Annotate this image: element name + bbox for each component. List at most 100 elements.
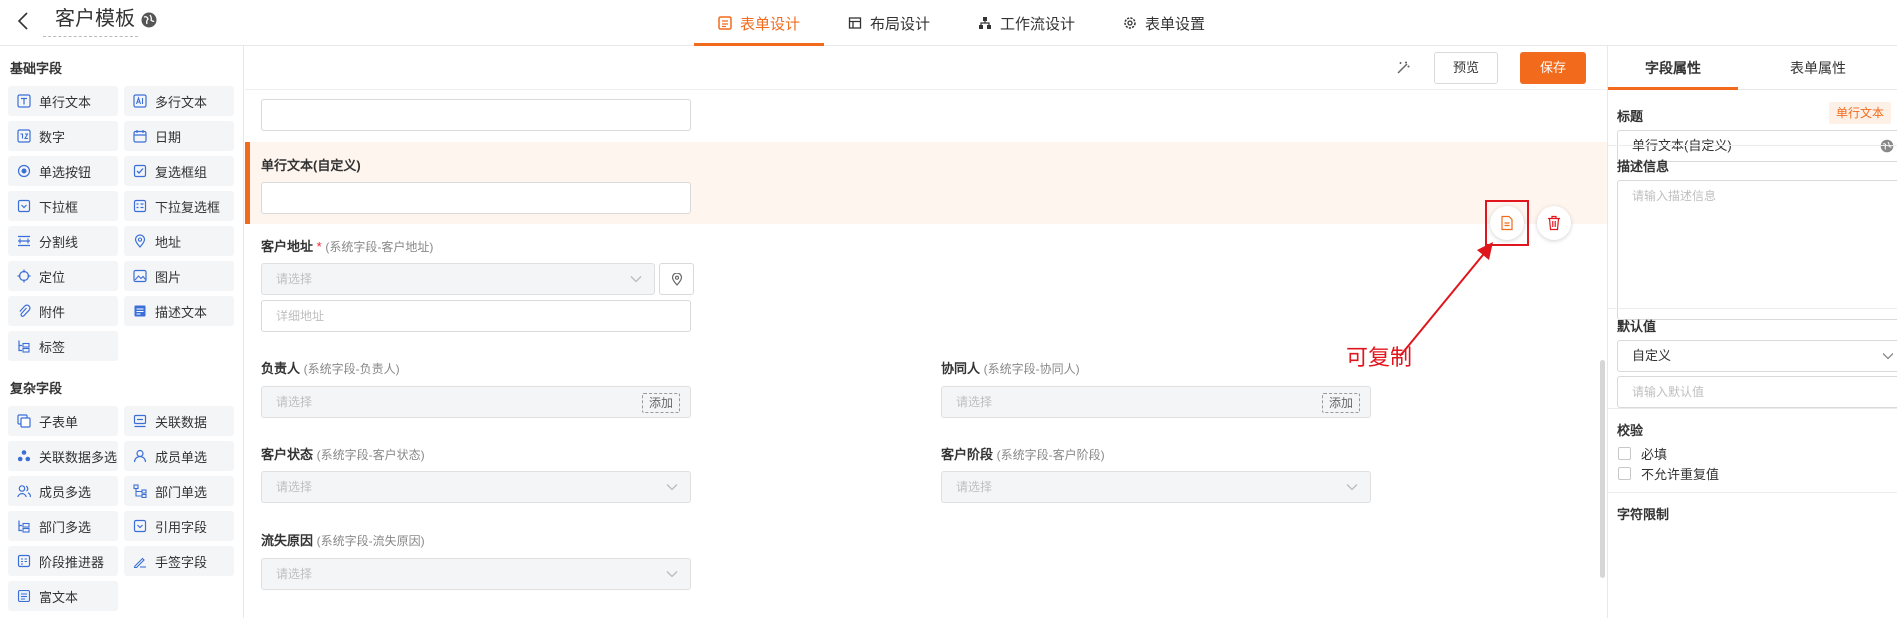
palette-item[interactable]: 描述文本 (124, 296, 234, 326)
palette-item-label: 单行文本 (39, 94, 92, 110)
palette-item[interactable]: 阶段推进器 (8, 546, 118, 576)
previous-field-input[interactable] (261, 99, 691, 131)
palette-item-label: 多行文本 (155, 94, 208, 110)
magic-wand-icon[interactable] (1395, 60, 1411, 76)
address-region-select[interactable]: 请选择 (261, 263, 655, 295)
palette-item[interactable]: 手签字段 (124, 546, 234, 576)
palette-item[interactable]: 图片 (124, 261, 234, 291)
tab-layout-design[interactable]: 布局设计 (824, 0, 954, 46)
required-checkbox-row[interactable]: 必填 (1618, 444, 1667, 463)
palette-item[interactable]: 关联数据多选 (8, 441, 118, 471)
no-duplicate-checkbox-label: 不允许重复值 (1641, 467, 1720, 482)
divider (1608, 408, 1897, 409)
collaborator-add-button[interactable]: 添加 (1321, 393, 1360, 413)
no-duplicate-checkbox[interactable] (1618, 467, 1631, 480)
palette-item[interactable]: 日期 (124, 121, 234, 151)
canvas-scrollbar[interactable] (1600, 360, 1605, 578)
palette-item-label: 描述文本 (155, 304, 208, 320)
basic-fields-heading: 基础字段 (10, 61, 63, 76)
selected-field-block[interactable]: 单行文本(自定义) (245, 142, 1607, 224)
palette-item[interactable]: 多行文本 (124, 86, 234, 116)
default-mode-select[interactable]: 自定义 (1617, 340, 1897, 372)
palette-item[interactable]: 数字 (8, 121, 118, 151)
palette-item[interactable]: 定位 (8, 261, 118, 291)
palette-item[interactable]: 单选按钮 (8, 156, 118, 186)
palette-item-label: 引用字段 (155, 519, 208, 535)
globe-icon[interactable] (1880, 139, 1894, 153)
linked-multi-icon (17, 449, 31, 463)
palette-item-label: 关联数据 (155, 414, 208, 430)
save-button[interactable]: 保存 (1520, 52, 1586, 84)
palette-item-label: 成员多选 (39, 484, 92, 500)
delete-field-button[interactable] (1537, 206, 1571, 240)
palette-item[interactable]: 部门多选 (8, 511, 118, 541)
complex-fields-heading: 复杂字段 (10, 381, 63, 396)
palette-item[interactable]: 下拉框 (8, 191, 118, 221)
address-detail-input[interactable]: 详细地址 (261, 300, 691, 332)
palette-item-label: 标签 (39, 339, 66, 355)
collaborator-label-text: 协同人 (941, 361, 981, 376)
tab-label: 布局设计 (870, 15, 931, 33)
default-mode-value: 自定义 (1632, 348, 1672, 363)
selected-field-input[interactable] (261, 182, 691, 214)
trash-icon (1547, 215, 1561, 231)
locate-button[interactable] (659, 263, 694, 295)
palette-item[interactable]: 引用字段 (124, 511, 234, 541)
owner-field-label: 负责人 (系统字段-负责人) (261, 358, 400, 377)
divider (1608, 492, 1897, 493)
preview-button[interactable]: 预览 (1434, 52, 1498, 84)
system-note: (系统字段-客户状态) (316, 448, 425, 462)
palette-item[interactable]: 分割线 (8, 226, 118, 256)
palette-item[interactable]: 部门单选 (124, 476, 234, 506)
user-icon (133, 449, 147, 463)
status-select[interactable]: 请选择 (261, 471, 691, 503)
top-bar: 客户模板 表单设计 布局设计 工作流设计 表单设置 (0, 0, 1897, 46)
text-icon (17, 94, 31, 108)
copy-annotation-text: 可复制 (1346, 345, 1413, 370)
tag-tree-icon (17, 339, 31, 353)
tab-form-settings[interactable]: 表单设置 (1099, 0, 1229, 46)
tab-form-properties[interactable]: 表单属性 (1738, 46, 1897, 90)
back-arrow-icon[interactable] (16, 10, 36, 32)
palette-item[interactable]: 成员单选 (124, 441, 234, 471)
properties-panel: 字段属性 表单属性 标题 单行文本 单行文本(自定义) 描述信息 请输入描述信息… (1607, 46, 1897, 618)
chevron-down-icon (666, 483, 678, 491)
palette-item[interactable]: 子表单 (8, 406, 118, 436)
palette-item[interactable]: 复选框组 (124, 156, 234, 186)
palette-item-label: 日期 (155, 129, 182, 145)
location-pin-icon (133, 234, 147, 248)
tab-workflow-design[interactable]: 工作流设计 (954, 0, 1099, 46)
status-label-text: 客户状态 (261, 447, 314, 462)
template-title[interactable]: 客户模板 (43, 6, 138, 37)
globe-icon[interactable] (140, 11, 158, 29)
tab-field-properties[interactable]: 字段属性 (1608, 46, 1738, 90)
collaborator-select[interactable]: 请选择 添加 (941, 386, 1371, 418)
palette-item[interactable]: 富文本 (8, 581, 118, 611)
department-icon (133, 484, 147, 498)
basic-fields-grid: 单行文本 多行文本数字 日期单选按钮 复选框组 下拉框 下拉复选框 分割线 地址 定位 图片附件 描… (8, 86, 234, 361)
users-icon (17, 484, 31, 498)
stage-select[interactable]: 请选择 (941, 471, 1371, 503)
palette-item[interactable]: 单行文本 (8, 86, 118, 116)
number-icon (17, 129, 31, 143)
default-value-input[interactable]: 请输入默认值 (1617, 376, 1897, 408)
palette-item[interactable]: 成员多选 (8, 476, 118, 506)
palette-item-label: 图片 (155, 269, 182, 285)
palette-item[interactable]: 标签 (8, 331, 118, 361)
required-mark: * (316, 239, 322, 254)
palette-item[interactable]: 关联数据 (124, 406, 234, 436)
palette-item[interactable]: 地址 (124, 226, 234, 256)
loss-reason-field-label: 流失原因 (系统字段-流失原因) (261, 530, 425, 549)
owner-select[interactable]: 请选择 添加 (261, 386, 691, 418)
address-field-label: 客户地址 * (系统字段-客户地址) (261, 236, 433, 255)
palette-item[interactable]: 附件 (8, 296, 118, 326)
system-note: (系统字段-流失原因) (316, 534, 425, 548)
loss-reason-select[interactable]: 请选择 (261, 558, 691, 590)
palette-item[interactable]: 下拉复选框 (124, 191, 234, 221)
description-textarea[interactable]: 请输入描述信息 (1617, 180, 1897, 320)
palette-item-label: 阶段推进器 (39, 554, 105, 570)
owner-add-button[interactable]: 添加 (641, 393, 680, 413)
tab-form-design[interactable]: 表单设计 (694, 0, 825, 46)
no-duplicate-checkbox-row[interactable]: 不允许重复值 (1618, 464, 1719, 483)
required-checkbox[interactable] (1618, 447, 1631, 460)
